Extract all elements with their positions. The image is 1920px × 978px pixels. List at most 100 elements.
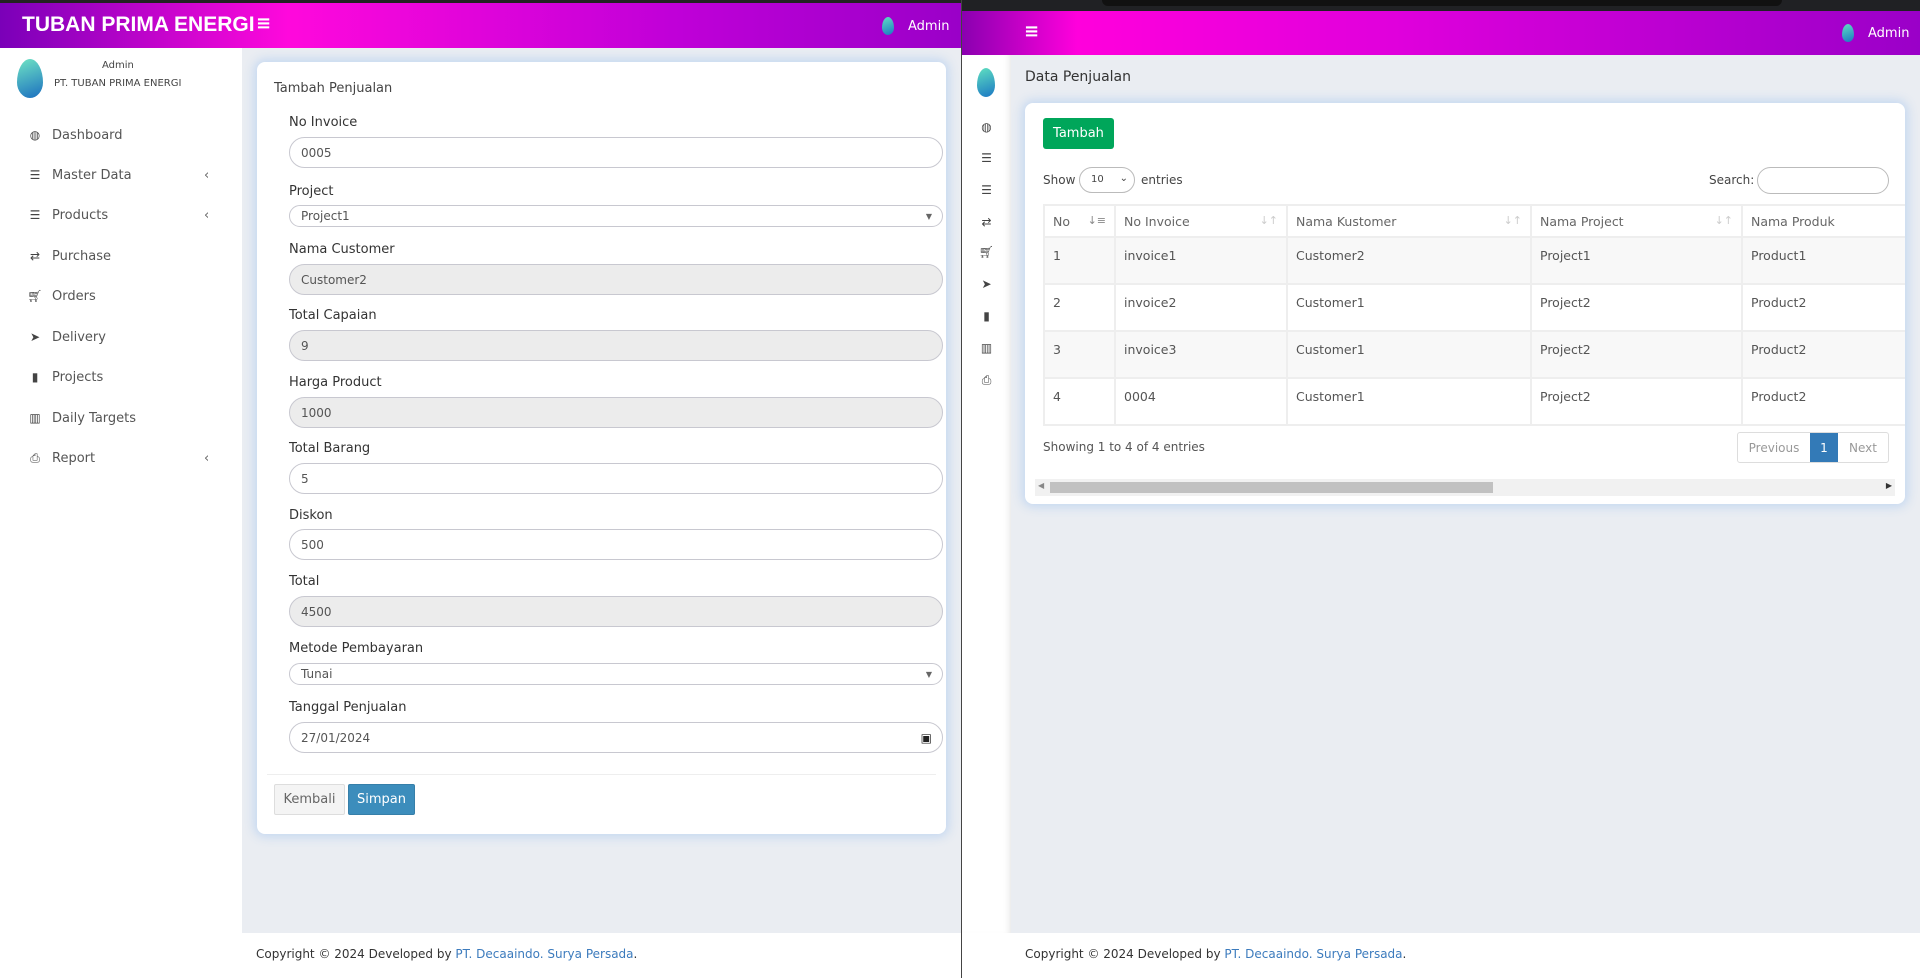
print-icon[interactable]: ⎙ (962, 373, 1011, 388)
cart-icon[interactable]: 🛒︎ (962, 245, 1011, 259)
exchange-icon[interactable]: ⇄ (962, 215, 1011, 229)
server-icon: ☰ (29, 168, 41, 182)
previous-button[interactable]: Previous (1738, 433, 1810, 462)
server-icon[interactable]: ☰ (962, 183, 1011, 197)
next-button[interactable]: Next (1838, 433, 1888, 462)
cell-no: 4 (1043, 377, 1116, 426)
metode-pembayaran-select[interactable]: Tunai ▼ (289, 663, 943, 685)
project-select[interactable]: Project1 ▼ (289, 205, 943, 227)
content-area: Data Penjualan Tambah Show 10 ⌄ entries S… (1011, 55, 1920, 933)
sidebar-item-report[interactable]: ⎙ Report ‹ (0, 440, 242, 476)
hamburger-icon[interactable]: ≡ (1024, 21, 1039, 42)
column-header-no[interactable]: No ↓≡ (1043, 204, 1116, 238)
total-input[interactable]: 4500 (289, 596, 943, 627)
sales-table-card: Tambah Show 10 ⌄ entries Search: No ↓≡ No … (1025, 103, 1905, 504)
dashboard-icon[interactable]: ◍ (962, 120, 1011, 134)
diskon-input[interactable]: 500 (289, 529, 943, 560)
caret-down-icon: ▼ (925, 669, 932, 679)
page-1-button[interactable]: 1 (1810, 433, 1838, 462)
bar-chart-icon[interactable]: ▥ (962, 341, 1011, 355)
user-drop-icon (882, 17, 894, 35)
sidebar-item-label: Purchase (52, 248, 112, 264)
hamburger-icon[interactable]: ≡ (256, 13, 271, 34)
paper-plane-icon[interactable]: ➤ (962, 277, 1011, 291)
nama-customer-input[interactable]: Customer2 (289, 264, 943, 295)
sidebar-item-label: Daily Targets (52, 410, 137, 426)
bookmark-icon[interactable]: ▮ (962, 309, 1011, 323)
total-capaian-input[interactable]: 9 (289, 330, 943, 361)
sidebar-item-products[interactable]: ☰ Products ‹ (0, 197, 242, 233)
save-button[interactable]: Simpan (348, 784, 415, 815)
harga-product-input[interactable]: 1000 (289, 397, 943, 428)
cell-nama-produk: Product1 (1741, 236, 1905, 285)
cell-nama-kustomer: Customer1 (1286, 330, 1532, 379)
print-icon: ⎙ (30, 450, 40, 465)
cell-no-invoice: 0004 (1114, 377, 1288, 426)
sidebar-item-daily-targets[interactable]: ▥ Daily Targets (0, 400, 242, 436)
footer: Copyright © 2024 Developed by PT. Decaai… (256, 947, 637, 961)
tanggal-penjualan-input[interactable]: 27/01/2024 ▣ (289, 722, 943, 753)
sidebar-item-label: Master Data (52, 167, 132, 183)
form-divider (267, 774, 936, 775)
sidebar-company: PT. TUBAN PRIMA ENERGI (54, 78, 182, 89)
collapsed-sidebar: ◍ ☰ ☰ ⇄ 🛒︎ ➤ ▮ ▥ ⎙ (962, 55, 1011, 933)
cell-nama-project: Project1 (1530, 236, 1743, 285)
entries-select[interactable]: 10 ⌄ (1079, 167, 1135, 193)
total-barang-input[interactable]: 5 (289, 463, 943, 494)
left-browser-window: TUBAN PRIMA ENERGI ≡ Admin Admin PT. TUB… (0, 0, 961, 978)
table-row: 1 invoice1 Customer2 Project1 Product1 (1043, 236, 1905, 285)
column-header-nama-project[interactable]: Nama Project ↓↑ (1530, 204, 1743, 238)
table-row: 2 invoice2 Customer1 Project2 Product2 (1043, 283, 1905, 332)
table-row: 4 0004 Customer1 Project2 Product2 (1043, 377, 1905, 426)
page-title: Data Penjualan (1025, 69, 1131, 85)
back-button[interactable]: Kembali (274, 784, 345, 815)
tanggal-penjualan-value: 27/01/2024 (301, 730, 371, 745)
developer-link[interactable]: PT. Decaaindo. Surya Persada (455, 947, 633, 961)
sidebar-item-projects[interactable]: ▮ Projects (0, 359, 242, 395)
sidebar-item-orders[interactable]: 🛒︎ Orders (0, 278, 242, 314)
cell-nama-project: Project2 (1530, 377, 1743, 426)
footer-text: Copyright © 2024 Developed by (1025, 947, 1225, 961)
column-label: Nama Produk (1751, 213, 1835, 229)
developer-link[interactable]: PT. Decaaindo. Surya Persada (1224, 947, 1402, 961)
pagination: Previous 1 Next (1737, 432, 1889, 463)
sidebar-item-label: Report (52, 450, 96, 466)
column-label: Nama Project (1540, 213, 1624, 229)
cell-nama-produk: Product2 (1741, 330, 1905, 379)
search-input[interactable] (1757, 167, 1889, 194)
column-header-no-invoice[interactable]: No Invoice ↓↑ (1114, 204, 1288, 238)
add-sale-form-card: Tambah Penjualan No Invoice 0005 Project… (257, 62, 946, 834)
cell-no-invoice: invoice2 (1114, 283, 1288, 332)
column-header-nama-kustomer[interactable]: Nama Kustomer ↓↑ (1286, 204, 1532, 238)
column-header-nama-produk[interactable]: Nama Produk (1741, 204, 1905, 238)
no-invoice-input[interactable]: 0005 (289, 137, 943, 168)
scroll-right-icon[interactable]: ▶ (1886, 481, 1892, 490)
browser-chrome (962, 0, 1920, 11)
sidebar-item-purchase[interactable]: ⇄ Purchase (0, 238, 242, 274)
top-navbar: ≡ Admin (962, 11, 1920, 55)
label-tanggal-penjualan: Tanggal Penjualan (289, 700, 407, 715)
sidebar-item-master-data[interactable]: ☰ Master Data ‹ (0, 157, 242, 193)
user-menu[interactable]: Admin (908, 19, 949, 34)
sidebar-item-delivery[interactable]: ➤ Delivery (0, 319, 242, 355)
label-no-invoice: No Invoice (289, 115, 358, 130)
scroll-left-icon[interactable]: ◀ (1038, 481, 1044, 490)
sidebar-item-dashboard[interactable]: ◍ Dashboard (0, 117, 242, 153)
column-label: Nama Kustomer (1296, 213, 1397, 229)
horizontal-scrollbar[interactable]: ◀ ▶ (1035, 479, 1895, 496)
user-drop-icon (1842, 24, 1854, 42)
chevron-left-icon: ‹ (204, 167, 210, 183)
user-menu[interactable]: Admin (1868, 26, 1909, 41)
scrollbar-thumb[interactable] (1050, 482, 1493, 493)
dashboard-icon: ◍ (29, 128, 41, 142)
cell-nama-kustomer: Customer1 (1286, 377, 1532, 426)
server-icon[interactable]: ☰ (962, 151, 1011, 165)
sort-icon: ↓↑ (1714, 214, 1733, 227)
cell-nama-produk: Product2 (1741, 377, 1905, 426)
calendar-icon[interactable]: ▣ (921, 731, 932, 745)
sidebar-item-label: Dashboard (52, 127, 123, 143)
column-label: No Invoice (1124, 213, 1190, 229)
brand-title[interactable]: TUBAN PRIMA ENERGI (22, 13, 255, 37)
add-button[interactable]: Tambah (1043, 118, 1114, 149)
nama-customer-value: Customer2 (301, 272, 367, 287)
